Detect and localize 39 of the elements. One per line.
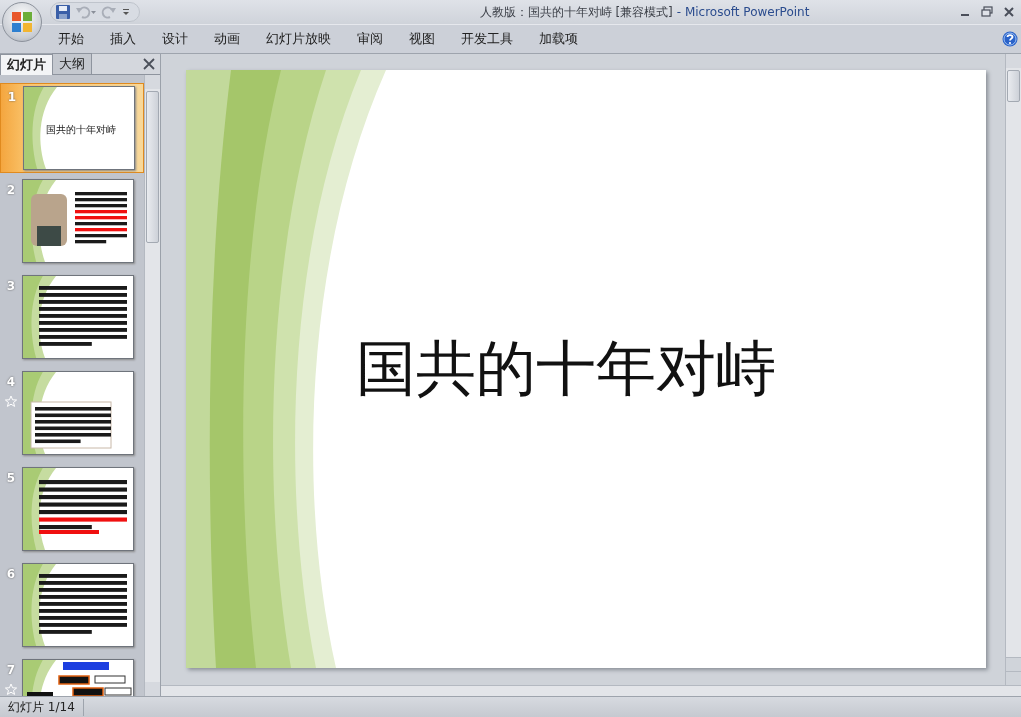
ribbon-tab[interactable]: 开始 bbox=[46, 30, 97, 48]
ribbon-tab[interactable]: 插入 bbox=[97, 30, 149, 48]
restore-icon[interactable] bbox=[981, 6, 993, 18]
redo-icon bbox=[101, 4, 117, 20]
slide-number: 5 bbox=[6, 471, 16, 485]
slide-number: 7 bbox=[6, 663, 16, 677]
slide-number: 4 bbox=[6, 375, 16, 389]
save-icon bbox=[55, 4, 71, 20]
ribbon-tab[interactable]: 幻灯片放映 bbox=[253, 30, 344, 48]
horizontal-scrollbar[interactable] bbox=[161, 685, 1021, 696]
undo-icon bbox=[75, 4, 97, 20]
slide-counter: 幻灯片 1/14 bbox=[0, 698, 84, 716]
slide-thumbnail[interactable]: 国共的十年对峙 bbox=[23, 86, 135, 170]
close-icon[interactable] bbox=[1003, 6, 1015, 18]
ribbon-tab[interactable]: 视图 bbox=[396, 30, 448, 48]
slide-number: 6 bbox=[6, 567, 16, 581]
scrollbar-thumb[interactable] bbox=[146, 91, 159, 243]
slide-thumbnail-row[interactable]: 1 国共的十年对峙 bbox=[0, 83, 144, 173]
logo-icon bbox=[11, 11, 33, 33]
thumbnail-title: 国共的十年对峙 bbox=[46, 123, 116, 137]
slide-number: 1 bbox=[7, 90, 17, 104]
window-title: 人教版：国共的十年对峙 [兼容模式] bbox=[479, 4, 673, 19]
app-name: - Microsoft PowerPoint bbox=[676, 4, 810, 19]
ribbon-tab[interactable]: 开发工具 bbox=[448, 30, 526, 48]
ribbon-tab[interactable]: 加载项 bbox=[526, 30, 591, 48]
ribbon-tab[interactable]: 动画 bbox=[201, 30, 253, 48]
office-button[interactable] bbox=[2, 2, 42, 42]
scrollbar-thumb[interactable] bbox=[1007, 70, 1020, 102]
ribbon-tab[interactable]: 审阅 bbox=[344, 30, 396, 48]
slide-number: 3 bbox=[6, 279, 16, 293]
vertical-scrollbar[interactable] bbox=[1005, 54, 1021, 685]
slide-number: 2 bbox=[6, 183, 16, 197]
pane-tab[interactable]: 大纲 bbox=[52, 53, 92, 74]
slide-title: 国共的十年对峙 bbox=[356, 331, 777, 405]
vertical-scrollbar[interactable] bbox=[144, 75, 160, 696]
ribbon-tab[interactable]: 设计 bbox=[149, 30, 201, 48]
help-icon[interactable] bbox=[1002, 31, 1018, 47]
close-icon[interactable] bbox=[143, 58, 155, 70]
pane-tab[interactable]: 幻灯片 bbox=[0, 54, 53, 75]
